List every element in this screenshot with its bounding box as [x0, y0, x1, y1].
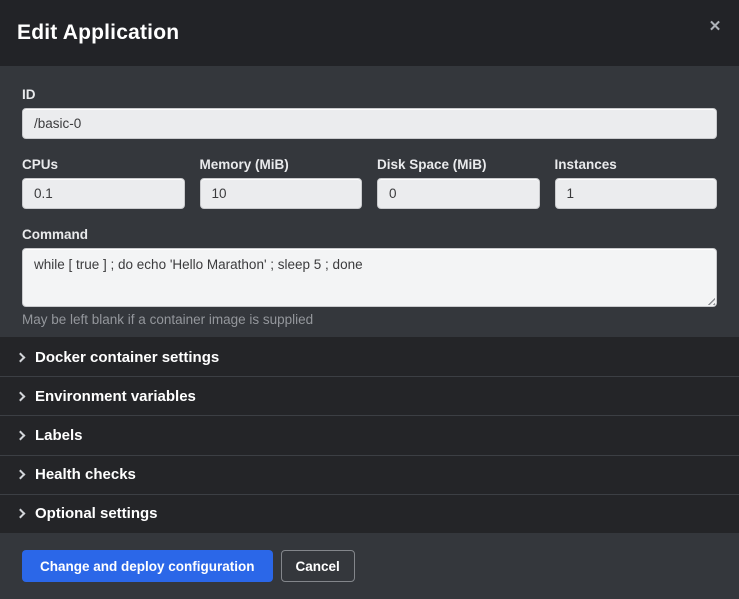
memory-field-group: Memory (MiB) — [200, 156, 363, 209]
instances-label: Instances — [555, 156, 718, 173]
command-textarea[interactable]: while [ true ] ; do echo 'Hello Marathon… — [22, 248, 717, 307]
id-field-group: ID — [22, 86, 717, 139]
cpus-input[interactable] — [22, 178, 185, 209]
section-label: Optional settings — [35, 505, 158, 522]
disk-input[interactable] — [377, 178, 540, 209]
section-health-checks[interactable]: Health checks — [0, 455, 739, 494]
command-help-text: May be left blank if a container image i… — [22, 312, 717, 327]
command-label: Command — [22, 226, 717, 243]
chevron-right-icon — [16, 352, 26, 362]
chevron-right-icon — [16, 470, 26, 480]
section-environment-variables[interactable]: Environment variables — [0, 376, 739, 415]
chevron-right-icon — [16, 509, 26, 519]
change-and-deploy-button[interactable]: Change and deploy configuration — [22, 550, 273, 582]
instances-input[interactable] — [555, 178, 718, 209]
modal-title: Edit Application — [17, 21, 179, 45]
modal-footer: Change and deploy configuration Cancel — [0, 533, 739, 599]
memory-label: Memory (MiB) — [200, 156, 363, 173]
accordion-sections: Docker container settings Environment va… — [0, 337, 739, 533]
disk-label: Disk Space (MiB) — [377, 156, 540, 173]
section-label: Labels — [35, 427, 83, 444]
section-optional-settings[interactable]: Optional settings — [0, 494, 739, 533]
resources-row: CPUs Memory (MiB) Disk Space (MiB) Insta… — [22, 156, 717, 209]
cancel-button[interactable]: Cancel — [281, 550, 355, 582]
form-body: ID CPUs Memory (MiB) Disk Space (MiB) In… — [0, 66, 739, 337]
chevron-right-icon — [16, 431, 26, 441]
id-label: ID — [22, 86, 717, 103]
cpus-field-group: CPUs — [22, 156, 185, 209]
edit-application-modal: Edit Application ✕ ID CPUs Memory (MiB) … — [0, 0, 739, 599]
cpus-label: CPUs — [22, 156, 185, 173]
instances-field-group: Instances — [555, 156, 718, 209]
id-input[interactable] — [22, 108, 717, 139]
command-field-group: Command while [ true ] ; do echo 'Hello … — [22, 226, 717, 327]
section-label: Environment variables — [35, 388, 196, 405]
section-docker-container-settings[interactable]: Docker container settings — [0, 337, 739, 376]
section-label: Docker container settings — [35, 349, 219, 366]
command-textarea-wrap: while [ true ] ; do echo 'Hello Marathon… — [22, 248, 717, 307]
memory-input[interactable] — [200, 178, 363, 209]
close-icon[interactable]: ✕ — [705, 16, 725, 36]
disk-field-group: Disk Space (MiB) — [377, 156, 540, 209]
section-label: Health checks — [35, 466, 136, 483]
section-labels[interactable]: Labels — [0, 415, 739, 454]
modal-header: Edit Application ✕ — [0, 0, 739, 66]
chevron-right-icon — [16, 391, 26, 401]
